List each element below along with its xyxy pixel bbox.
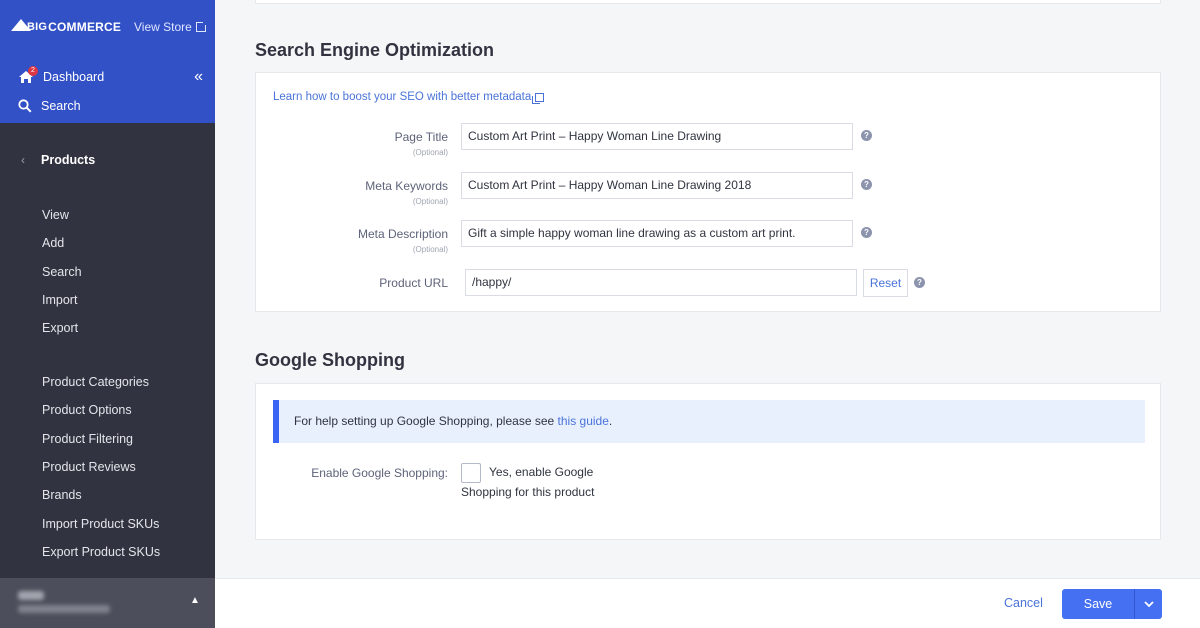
meta-keywords-input[interactable]: Custom Art Print – Happy Woman Line Draw… [461, 172, 853, 199]
enable-google-shopping-label: Enable Google Shopping: [311, 466, 448, 480]
sidebar-item-import[interactable]: Import [42, 293, 77, 307]
help-icon[interactable]: ? [861, 227, 872, 238]
dashboard-label: Dashboard [43, 70, 105, 84]
seo-panel: Learn how to boost your SEO with better … [255, 72, 1161, 312]
previous-panel-bottom [255, 0, 1161, 4]
home-icon: 2 [18, 66, 38, 84]
sidebar-item-add[interactable]: Add [42, 236, 64, 250]
sidebar-item-product-options[interactable]: Product Options [42, 403, 132, 417]
seo-help-link-text: Learn how to boost your SEO with better … [273, 91, 532, 103]
collapse-sidebar-icon[interactable]: « [194, 67, 203, 87]
chevron-left-icon: ‹ [21, 153, 25, 167]
google-shopping-section-title: Google Shopping [255, 350, 405, 370]
sidebar-item-view[interactable]: View [42, 208, 69, 222]
blurred-store-name [18, 605, 110, 613]
chevron-up-icon: ▲ [190, 595, 200, 606]
chevron-down-icon [1143, 600, 1154, 607]
page-title-optional: (Optional) [412, 148, 448, 157]
google-shopping-info-box: For help setting up Google Shopping, ple… [273, 400, 1145, 443]
sidebar-item-brands[interactable]: Brands [42, 488, 82, 502]
sidebar-item-export-skus[interactable]: Export Product SKUs [42, 545, 160, 559]
view-store-label: View Store [134, 20, 192, 34]
save-options-dropdown[interactable] [1134, 589, 1162, 619]
help-icon[interactable]: ? [914, 277, 925, 288]
save-button[interactable]: Save [1062, 589, 1134, 619]
sidebar-item-product-reviews[interactable]: Product Reviews [42, 460, 136, 474]
sidebar-header: BIG COMMERCE View Store 2 Dashboard « Se… [0, 0, 215, 123]
meta-description-input[interactable]: Gift a simple happy woman line drawing a… [461, 220, 853, 247]
notification-badge: 2 [28, 66, 38, 76]
external-link-icon [532, 92, 545, 104]
sidebar-section-products[interactable]: ‹ Products [21, 153, 95, 167]
sidebar-item-product-filtering[interactable]: Product Filtering [42, 432, 133, 446]
page-title-label: Page Title [394, 130, 448, 144]
sidebar-item-export[interactable]: Export [42, 321, 78, 335]
bigcommerce-logo[interactable]: BIG COMMERCE [11, 16, 121, 38]
sidebar-item-dashboard[interactable]: 2 Dashboard « [18, 66, 203, 87]
checkbox-label-line2: Shopping for this product [461, 485, 595, 499]
sidebar: BIG COMMERCE View Store 2 Dashboard « Se… [0, 0, 215, 628]
enable-google-shopping-checkbox[interactable] [461, 463, 481, 483]
help-icon[interactable]: ? [861, 130, 872, 141]
reset-url-button[interactable]: Reset [863, 269, 908, 297]
user-account-menu[interactable]: ▲ [0, 578, 215, 628]
cancel-button[interactable]: Cancel [1004, 596, 1043, 610]
meta-keywords-label: Meta Keywords [365, 179, 448, 193]
sidebar-item-import-skus[interactable]: Import Product SKUs [42, 517, 159, 531]
sidebar-item-product-categories[interactable]: Product Categories [42, 375, 149, 389]
sidebar-item-search[interactable]: Search [18, 99, 81, 113]
action-footer: Cancel Save [215, 578, 1200, 628]
blurred-user-name [18, 591, 44, 600]
page-title-input[interactable]: Custom Art Print – Happy Woman Line Draw… [461, 123, 853, 150]
product-url-label: Product URL [379, 276, 448, 290]
checkbox-label-line1: Yes, enable Google [489, 465, 594, 479]
seo-help-link[interactable]: Learn how to boost your SEO with better … [273, 91, 545, 104]
search-label: Search [41, 99, 81, 113]
help-icon[interactable]: ? [861, 179, 872, 190]
sidebar-item-search-products[interactable]: Search [42, 265, 82, 279]
product-url-input[interactable]: /happy/ [465, 269, 857, 296]
meta-description-optional: (Optional) [412, 245, 448, 254]
seo-section-title: Search Engine Optimization [255, 40, 495, 60]
info-text-end: . [608, 414, 613, 428]
google-guide-link[interactable]: this guide [558, 414, 609, 428]
meta-keywords-optional: (Optional) [412, 197, 448, 206]
search-icon [18, 99, 32, 113]
google-shopping-panel: For help setting up Google Shopping, ple… [255, 383, 1161, 540]
info-text: For help setting up Google Shopping, ple… [294, 414, 558, 428]
products-heading: Products [41, 153, 96, 167]
logo-rest-text: COMMERCE [48, 20, 122, 34]
view-store-link[interactable]: View Store [134, 20, 208, 34]
external-link-icon [195, 20, 208, 32]
meta-description-label: Meta Description [357, 227, 448, 241]
logo-mark-icon [11, 19, 31, 31]
